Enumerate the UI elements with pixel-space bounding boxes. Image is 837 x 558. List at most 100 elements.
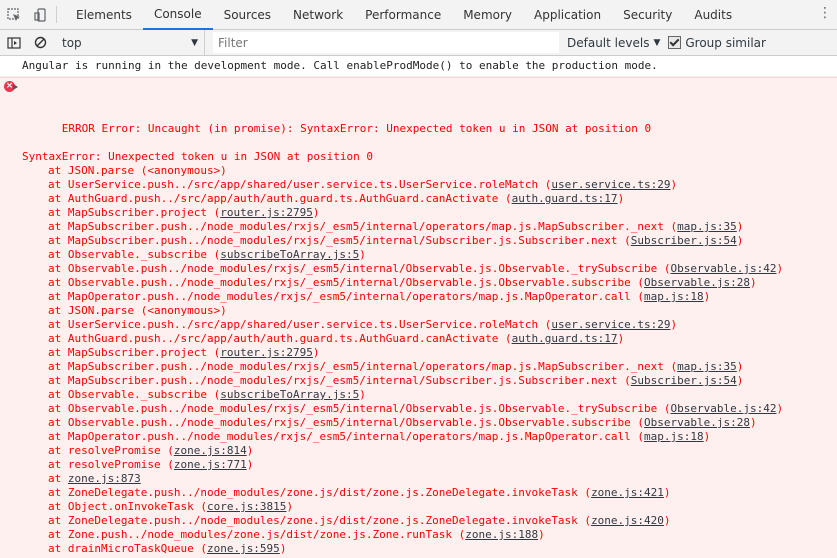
stack-frame: at MapSubscriber.push../node_modules/rxj…	[0, 234, 837, 248]
stack-frame: at ZoneDelegate.push../node_modules/zone…	[0, 514, 837, 528]
paren-close: )	[312, 206, 320, 219]
context-selector[interactable]: top ▼	[62, 30, 205, 55]
source-link[interactable]: Subscriber.js:54	[631, 234, 737, 247]
source-link[interactable]: zone.js:420	[591, 514, 664, 527]
paren-close: )	[246, 458, 254, 471]
source-link[interactable]: Subscriber.js:54	[631, 374, 737, 387]
paren-close: )	[736, 220, 744, 233]
tab-audits[interactable]: Audits	[683, 0, 743, 29]
stack-frame: at Observable.push../node_modules/rxjs/_…	[0, 416, 837, 430]
stack-frame-text: at Observable.push../node_modules/rxjs/_…	[48, 416, 631, 429]
source-link[interactable]: Observable.js:42	[671, 402, 777, 415]
source-link[interactable]: map.js:18	[644, 290, 704, 303]
tab-security[interactable]: Security	[612, 0, 683, 29]
filter-placeholder: Filter	[218, 35, 248, 50]
source-link[interactable]: subscribeToArray.js:5	[220, 248, 359, 261]
tab-network[interactable]: Network	[282, 0, 354, 29]
inspect-element-icon[interactable]	[0, 0, 27, 29]
paren-close: )	[359, 248, 366, 261]
paren-close: )	[617, 192, 625, 205]
paren-open: (	[657, 262, 671, 275]
context-selector-value: top	[62, 35, 82, 50]
stack-frame-text: at AuthGuard.push../src/app/auth/auth.gu…	[48, 192, 499, 205]
tab-memory[interactable]: Memory	[452, 0, 523, 29]
source-link[interactable]: map.js:35	[677, 220, 737, 233]
source-link[interactable]: zone.js:188	[465, 528, 538, 541]
paren-close: )	[776, 402, 784, 415]
stack-frame-text: at ZoneDelegate.push../node_modules/zone…	[48, 514, 578, 527]
stack-frame-text: at JSON.parse (<anonymous>)	[48, 164, 227, 177]
paren-close: )	[279, 542, 287, 555]
stack-frame-text: at UserService.push../src/app/shared/use…	[48, 178, 539, 191]
stack-frame-text: at Observable.push../node_modules/rxjs/_…	[48, 402, 658, 415]
source-link[interactable]: auth.guard.ts:17	[512, 332, 618, 345]
paren-close: )	[538, 528, 545, 541]
paren-open: (	[577, 514, 592, 527]
log-levels-dropdown[interactable]: Default levels ▼	[567, 36, 660, 50]
source-link[interactable]: subscribeToArray.js:5	[220, 388, 359, 401]
group-similar-toggle[interactable]: Group similar	[668, 36, 766, 50]
source-link[interactable]: Observable.js:42	[671, 262, 777, 275]
source-link[interactable]: Observable.js:28	[644, 416, 750, 429]
stack-frame-text: at Observable.push../node_modules/rxjs/_…	[48, 276, 631, 289]
stack-frame: at UserService.push../src/app/shared/use…	[0, 178, 837, 192]
paren-open: (	[206, 248, 221, 261]
stack-frame: at resolvePromise (zone.js:771)	[0, 458, 837, 472]
stack-frame-text: at ZoneDelegate.push../node_modules/zone…	[48, 486, 578, 499]
more-options-icon[interactable]: ⋮	[818, 5, 832, 21]
paren-open: (	[630, 430, 645, 443]
error-header-text: ERROR Error: Uncaught (in promise): Synt…	[61, 122, 652, 135]
paren-open: (	[663, 360, 678, 373]
paren-open: (	[206, 346, 221, 359]
source-link[interactable]: router.js:2795	[220, 206, 313, 219]
stack-frame: at Observable._subscribe (subscribeToArr…	[0, 388, 837, 402]
stack-frame-text: at Observable.push../node_modules/rxjs/_…	[48, 262, 658, 275]
source-link[interactable]: map.js:35	[677, 360, 737, 373]
stack-trace: at JSON.parse (<anonymous>) at UserServic…	[0, 164, 837, 556]
source-link[interactable]: auth.guard.ts:17	[512, 192, 618, 205]
group-similar-checkbox[interactable]	[668, 36, 682, 49]
source-link[interactable]: zone.js:771	[174, 458, 247, 471]
paren-open: (	[160, 458, 174, 471]
source-link[interactable]: zone.js:421	[591, 486, 664, 499]
source-link[interactable]: zone.js:595	[207, 542, 280, 555]
show-sidebar-icon[interactable]	[0, 36, 27, 49]
filter-input[interactable]: Filter	[213, 32, 559, 53]
stack-frame: at MapSubscriber.push../node_modules/rxj…	[0, 360, 837, 374]
log-levels-label: Default levels	[567, 35, 650, 50]
source-link[interactable]: user.service.ts:29	[551, 318, 670, 331]
source-link[interactable]: zone.js:814	[174, 444, 247, 457]
stack-frame-text: at MapSubscriber.push../node_modules/rxj…	[48, 374, 618, 387]
paren-open: (	[498, 192, 512, 205]
device-toolbar-icon[interactable]	[27, 0, 54, 29]
console-info-message: Angular is running in the development mo…	[0, 56, 837, 77]
tab-elements[interactable]: Elements	[65, 0, 143, 29]
source-link[interactable]: map.js:18	[644, 430, 704, 443]
tab-sources[interactable]: Sources	[213, 0, 282, 29]
paren-close: )	[670, 318, 678, 331]
stack-frame-text: at MapOperator.push../node_modules/rxjs/…	[48, 430, 631, 443]
stack-frame-text: at resolvePromise	[48, 444, 161, 457]
paren-open: (	[538, 318, 552, 331]
paren-close: )	[617, 332, 625, 345]
stack-frame: at MapOperator.push../node_modules/rxjs/…	[0, 290, 837, 304]
paren-open: (	[538, 178, 552, 191]
tab-performance[interactable]: Performance	[354, 0, 452, 29]
error-header[interactable]: × ERROR Error: Uncaught (in promise): Sy…	[0, 80, 837, 150]
paren-close: )	[736, 234, 744, 247]
stack-frame: at Observable.push../node_modules/rxjs/_…	[0, 402, 837, 416]
paren-open: (	[498, 332, 512, 345]
tab-console[interactable]: Console	[142, 0, 213, 30]
source-link[interactable]: zone.js:873	[68, 472, 141, 485]
source-link[interactable]: router.js:2795	[220, 346, 313, 359]
stack-frame: at ZoneDelegate.push../node_modules/zone…	[0, 486, 837, 500]
source-link[interactable]: Observable.js:28	[644, 276, 750, 289]
paren-open: (	[193, 542, 207, 555]
source-link[interactable]: user.service.ts:29	[551, 178, 670, 191]
paren-open: (	[160, 444, 174, 457]
clear-console-icon[interactable]	[27, 36, 54, 49]
expand-triangle-icon[interactable]	[13, 84, 18, 90]
paren-open: (	[206, 388, 221, 401]
tab-application[interactable]: Application	[523, 0, 612, 29]
stack-frame-text: at Observable._subscribe	[48, 248, 207, 261]
